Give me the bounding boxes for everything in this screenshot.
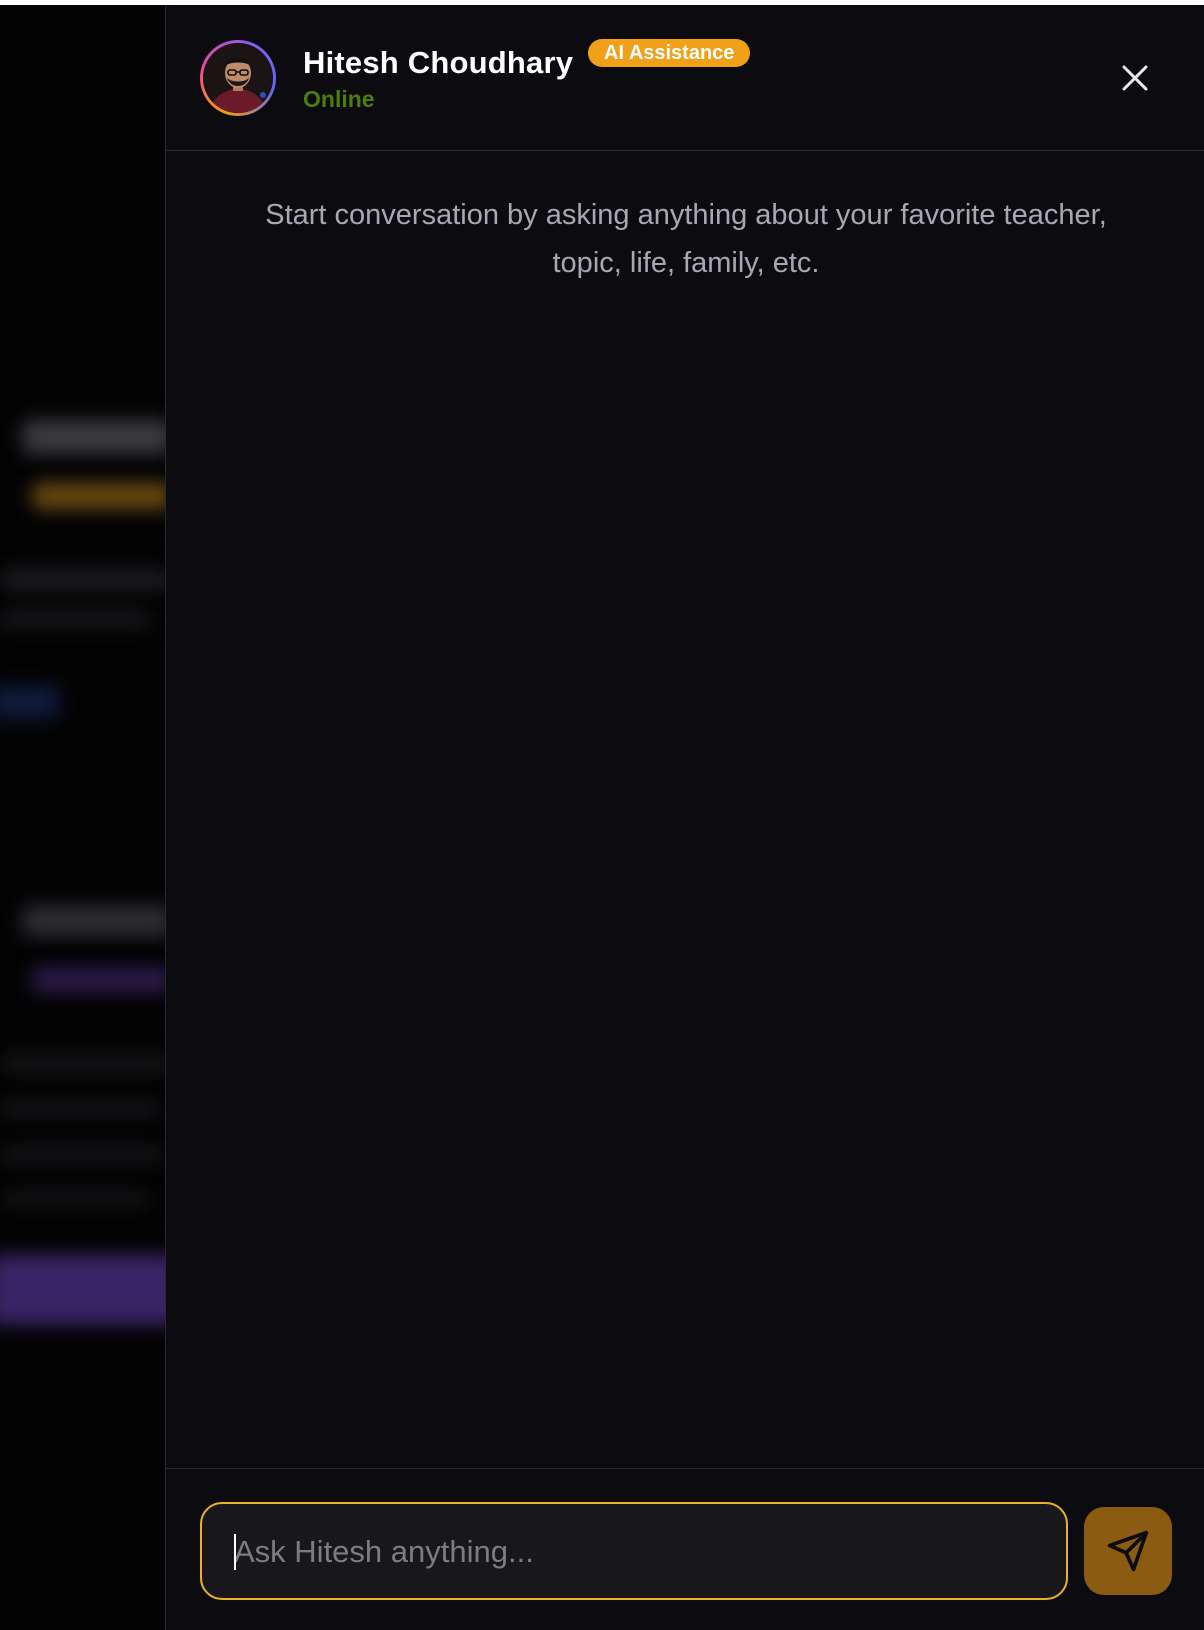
blurred-card-tag xyxy=(32,483,165,509)
app-root: Hitesh Choudhary AI Assistance Online St… xyxy=(0,0,1204,1630)
send-button[interactable] xyxy=(1084,1507,1172,1595)
blurred-card-text xyxy=(0,570,165,590)
ai-assistance-badge: AI Assistance xyxy=(588,39,751,67)
blurred-card-title xyxy=(22,420,165,454)
avatar-ring xyxy=(200,40,276,116)
avatar-portrait-icon xyxy=(203,43,273,113)
blurred-card-tag xyxy=(32,967,165,993)
text-caret xyxy=(234,1534,236,1570)
blurred-card-text xyxy=(0,1145,165,1163)
online-status: Online xyxy=(303,86,375,112)
chat-header: Hitesh Choudhary AI Assistance Online xyxy=(166,5,1204,151)
message-input[interactable] xyxy=(232,1504,1036,1600)
blurred-card-text xyxy=(0,1055,165,1073)
prompt-line: Start conversation by asking anything ab… xyxy=(265,199,1107,231)
message-composer xyxy=(166,1468,1204,1630)
send-icon xyxy=(1107,1530,1149,1572)
prompt-line: topic, life, family, etc. xyxy=(552,247,820,279)
close-icon xyxy=(1122,65,1148,91)
blurred-card-text xyxy=(0,610,150,628)
blurred-background-page xyxy=(0,5,165,1630)
blurred-card-button xyxy=(0,1255,165,1325)
top-border xyxy=(0,0,1204,5)
blurred-card-text xyxy=(0,1190,150,1208)
empty-conversation-prompt: Start conversation by asking anything ab… xyxy=(186,191,1186,287)
contact-name: Hitesh Choudhary xyxy=(303,45,574,80)
close-button[interactable] xyxy=(1118,61,1152,95)
message-input-wrapper xyxy=(200,1502,1068,1600)
blurred-card-text xyxy=(0,1100,160,1118)
avatar xyxy=(203,43,273,113)
blurred-card-chip xyxy=(0,685,60,719)
chat-panel: Hitesh Choudhary AI Assistance Online St… xyxy=(165,5,1204,1630)
blurred-card-title xyxy=(22,905,165,937)
